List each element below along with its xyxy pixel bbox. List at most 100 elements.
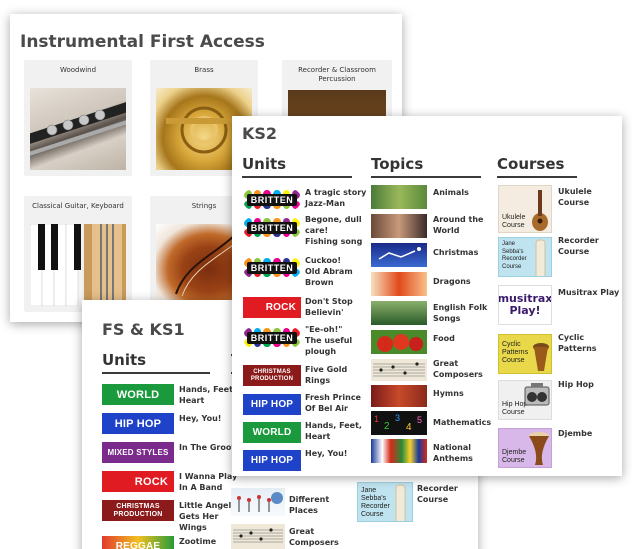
cyclic-patterns-thumb: Cyclic Patterns Course (498, 334, 552, 374)
course-label: Recorder Course (558, 236, 599, 256)
topic-label: Animals (433, 188, 469, 197)
world-badge: WORLD (243, 422, 301, 443)
course-caption: Ukulele Course (502, 214, 526, 229)
djembe-course-thumb: Djembe Course (498, 428, 552, 468)
topic-label: Food (433, 334, 455, 343)
card-label: Classical Guitar, Keyboard (32, 202, 124, 210)
britten-badge: BRITTEN (243, 327, 301, 348)
great-composers-thumb (371, 359, 427, 381)
britten-badge: BRITTEN (243, 217, 301, 238)
topic-label: Christmas (433, 248, 479, 257)
hip-hop-badge: HIP HOP (243, 394, 301, 415)
units-rule (242, 176, 352, 178)
unit-label: Hey, You! (305, 449, 348, 458)
hip-hop-badge: HIP HOP (243, 450, 301, 471)
unit-label: Hey, You! (179, 414, 222, 423)
keyboard-image (30, 224, 126, 306)
world-badge: WORLD (102, 384, 174, 405)
card-woodwind[interactable]: Woodwind (24, 60, 132, 176)
mathematics-thumb: 12345 (371, 411, 427, 435)
rock-badge: ROCK (243, 297, 301, 318)
recorder-course-thumb: Jane Sebba's Recorder Course (498, 237, 552, 277)
svg-text:4: 4 (406, 422, 412, 433)
courses-rule (497, 176, 577, 178)
svg-text:3: 3 (395, 413, 400, 423)
unit-label: Fresh Prince Of Bel Air (305, 393, 361, 413)
svg-text:1: 1 (374, 414, 379, 424)
topic-label: Great Composers (433, 359, 483, 379)
food-thumb (371, 330, 427, 354)
musitrax-play-thumb: musitrax Play! (498, 285, 552, 325)
unit-label: Begone, dull care! Fishing song (305, 215, 363, 246)
course-caption: Cyclic Patterns Course (502, 341, 529, 364)
unit-label: Little Angel Gets Her Wings (179, 501, 232, 532)
topic-label: Dragons (433, 277, 471, 286)
ks2-panel: KS2 Units Topics Courses BRITTEN A tragi… (232, 116, 622, 476)
english-folk-songs-thumb (371, 301, 427, 325)
topics-rule (371, 176, 481, 178)
britten-badge: BRITTEN (243, 189, 301, 210)
instrumental-title: Instrumental First Access (20, 32, 265, 52)
unit-label: I Wanna Play In A Band (179, 472, 238, 492)
course-label: Cyclic Patterns (558, 333, 597, 353)
unit-label: Hands, Feet, Heart (179, 385, 236, 405)
card-label: Woodwind (59, 66, 97, 74)
national-anthems-thumb (371, 439, 427, 463)
mixed-styles-badge: MIXED STYLES (102, 442, 174, 463)
clarinet-image (30, 88, 126, 170)
badge-text: BRITTEN (246, 193, 298, 206)
svg-text:5: 5 (417, 415, 422, 425)
course-label: Musitrax Play (558, 288, 620, 297)
topic-label: National Anthems (433, 443, 473, 463)
units-heading: Units (242, 155, 287, 173)
topics-heading: Topics (371, 155, 424, 173)
courses-heading: Courses (497, 155, 565, 173)
christmas-thumb (371, 243, 427, 267)
course-label: Recorder Course (417, 484, 458, 504)
badge-text: BRITTEN (246, 261, 298, 274)
unit-label: Zootime (179, 537, 217, 546)
course-label: Hip Hop (558, 380, 594, 389)
animals-thumb (371, 185, 427, 209)
hip-hop-course-thumb: Hip Hop Course (498, 380, 552, 420)
unit-label: Don't Stop Believin' (305, 297, 353, 317)
around-the-world-thumb (371, 214, 427, 238)
topic-label: Mathematics (433, 418, 492, 427)
course-caption: Jane Sebba's Recorder Course (502, 241, 527, 270)
badge-text: BRITTEN (246, 331, 298, 344)
ks2-title: KS2 (242, 124, 278, 143)
topic-label: Great Composers (289, 527, 339, 547)
card-guitar-keyboard[interactable]: Classical Guitar, Keyboard (24, 196, 132, 312)
different-places-thumb (231, 488, 285, 516)
unit-label: Five Gold Rings (305, 365, 348, 385)
reggae-badge: REGGAE (102, 536, 174, 549)
ukulele-course-thumb: Ukulele Course (498, 185, 552, 233)
topic-label: Around the World (433, 215, 484, 235)
card-label: Brass (194, 66, 214, 74)
svg-text:2: 2 (384, 421, 390, 432)
card-label: Recorder & Classroom Percussion (298, 66, 376, 83)
britten-badge: BRITTEN (243, 257, 301, 278)
hip-hop-badge: HIP HOP (102, 413, 174, 434)
topic-label: English Folk Songs (433, 303, 488, 323)
unit-label: A tragic story Jazz-Man (305, 188, 367, 208)
fs-units-heading: Units (102, 351, 147, 369)
great-composers-thumb (231, 524, 285, 549)
unit-label: "Ee-oh!" The useful plough (305, 325, 353, 356)
course-caption: musitrax Play! (498, 292, 552, 317)
course-caption: Jane Sebba's Recorder Course (361, 487, 390, 518)
unit-label: Cuckoo! Old Abram Brown (305, 256, 353, 287)
unit-label: Hands, Feet, Heart (305, 421, 362, 441)
christmas-production-badge: CHRISTMAS PRODUCTION (243, 365, 301, 386)
course-caption: Djembe Course (502, 449, 527, 464)
christmas-production-badge: CHRISTMAS PRODUCTION (102, 500, 174, 521)
course-label: Djembe (558, 429, 593, 438)
course-label: Ukulele Course (558, 187, 592, 207)
dragons-thumb (371, 272, 427, 296)
fs-units-rule (102, 372, 210, 374)
badge-text: BRITTEN (246, 221, 298, 234)
topic-label: Hymns (433, 389, 464, 398)
hymns-thumb (371, 385, 427, 407)
recorder-course-thumb: Jane Sebba's Recorder Course (357, 482, 413, 522)
fs-ks1-title: FS & KS1 (102, 320, 185, 339)
